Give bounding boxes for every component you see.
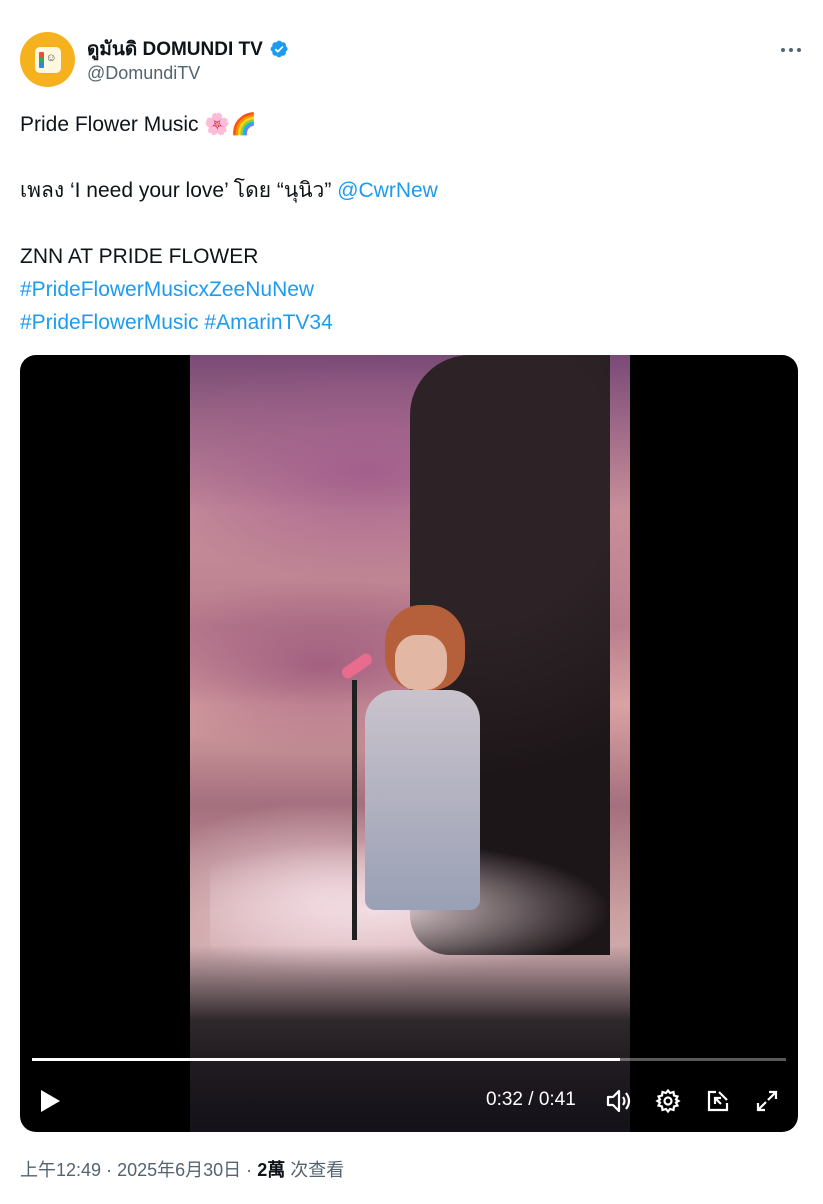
name-row: ดูมันดิ DOMUNDI TV	[87, 34, 289, 64]
tweet-line-title: Pride Flower Music 🌸🌈	[20, 113, 257, 136]
avatar-logo-icon: ☺	[34, 46, 61, 73]
tweet-text: Pride Flower Music 🌸🌈 เพลง ‘I need your …	[20, 108, 800, 339]
video-progress-bar[interactable]	[32, 1058, 786, 1061]
tweet-line-event: ZNN AT PRIDE FLOWER	[20, 245, 259, 268]
video-player[interactable]: 0:32 / 0:41	[20, 355, 798, 1132]
hashtag-row-2: #PrideFlowerMusic #AmarinTV34	[20, 306, 800, 339]
tweet-line-song: เพลง ‘I need your love’ โดย “นุนิว” @Cwr…	[20, 174, 800, 207]
user-handle[interactable]: @DomundiTV	[87, 63, 200, 84]
views-label: 次查看	[290, 1160, 345, 1180]
hashtag-row-1: #PrideFlowerMusicxZeeNuNew	[20, 273, 800, 306]
play-icon[interactable]	[34, 1085, 66, 1117]
views-count: 2萬	[257, 1160, 286, 1180]
song-text: เพลง ‘I need your love’ โดย “นุนิว”	[20, 179, 332, 202]
video-controls: 0:32 / 0:41	[20, 1081, 798, 1121]
video-time: 0:32 / 0:41	[486, 1089, 576, 1110]
settings-gear-icon[interactable]	[652, 1085, 684, 1117]
performer	[365, 690, 480, 910]
avatar[interactable]: ☺	[20, 32, 75, 87]
hashtag-link[interactable]: #PrideFlowerMusicxZeeNuNew	[20, 278, 314, 301]
meta-separator: ·	[246, 1160, 253, 1180]
pip-dock-icon[interactable]	[702, 1085, 734, 1117]
hashtag-link[interactable]: #PrideFlowerMusic	[20, 311, 199, 334]
hashtag-link[interactable]: #AmarinTV34	[204, 311, 332, 334]
more-options-icon[interactable]	[779, 38, 803, 62]
meta-separator: ·	[106, 1160, 113, 1180]
video-progress-fill	[32, 1058, 621, 1061]
tweet-meta: 上午12:49 · 2025年6月30日 · 2萬 次查看	[20, 1156, 344, 1182]
tweet-time[interactable]: 上午12:49	[20, 1160, 101, 1180]
fullscreen-icon[interactable]	[751, 1085, 783, 1117]
tweet-date[interactable]: 2025年6月30日	[117, 1160, 241, 1180]
tweet-header: ☺ ดูมันดิ DOMUNDI TV @DomundiTV	[20, 32, 803, 92]
display-name[interactable]: ดูมันดิ DOMUNDI TV	[87, 34, 263, 64]
volume-icon[interactable]	[603, 1085, 635, 1117]
mention-link[interactable]: @CwrNew	[337, 179, 438, 202]
verified-badge-icon	[270, 40, 288, 58]
